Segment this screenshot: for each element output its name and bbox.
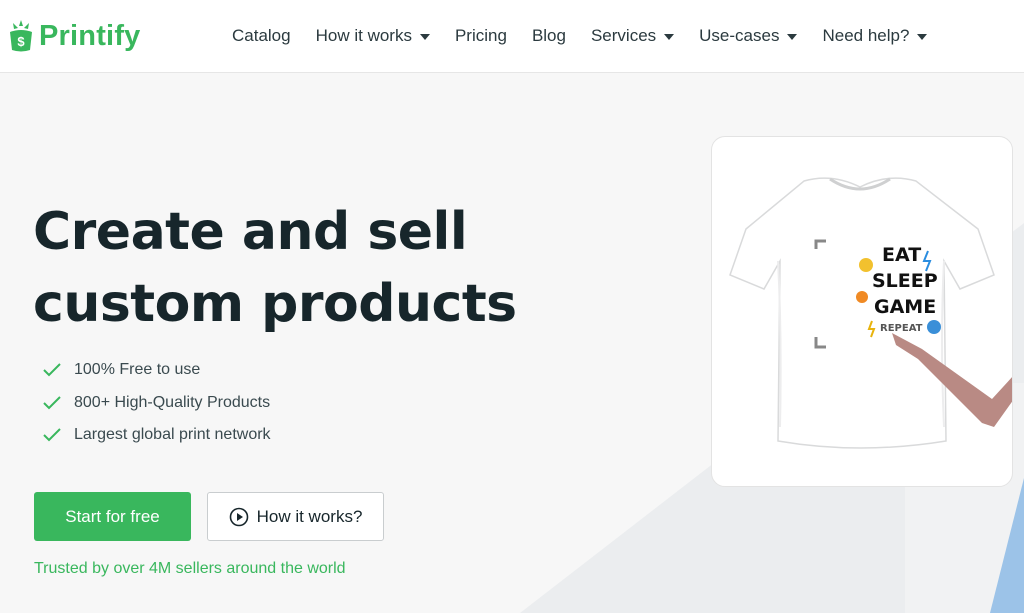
hero-title: Create and sell custom products — [33, 196, 553, 340]
svg-text:$: $ — [17, 34, 25, 49]
nav-label-use-cases: Use-cases — [699, 26, 780, 45]
trusted-sellers-text: Trusted by over 4M sellers around the wo… — [34, 560, 346, 577]
chevron-down-icon — [419, 34, 430, 40]
printify-logo-icon: $ — [10, 20, 32, 52]
chevron-down-icon — [787, 34, 798, 40]
site-header: $ Printify Catalog How it works Pricing … — [0, 0, 1024, 73]
print-text-line: SLEEP — [872, 270, 938, 292]
nav-label-catalog: Catalog — [232, 26, 291, 45]
nav-label-how-it-works: How it works — [315, 26, 412, 45]
nav-label-blog: Blog — [531, 26, 566, 45]
feature-list: 100% Free to use 800+ High-Quality Produ… — [42, 354, 271, 452]
nav-label-services: Services — [590, 26, 657, 45]
main-nav: Catalog How it works Pricing Blog Servic… — [232, 26, 928, 46]
print-text-line: GAME — [874, 296, 936, 318]
check-icon — [43, 363, 61, 377]
tshirt-image: EAT SLEEP GAME REPEAT — [729, 177, 1012, 449]
nav-label-pricing: Pricing — [454, 26, 507, 45]
brand-name: Printify — [39, 19, 141, 52]
how-it-works-button[interactable]: How it works? — [207, 492, 384, 541]
how-it-works-label: How it works? — [256, 506, 363, 526]
hero-title-line-2: custom products — [33, 274, 517, 334]
print-text-line: REPEAT — [880, 323, 923, 334]
feature-label: 800+ High-Quality Products — [74, 393, 271, 411]
chevron-down-icon — [664, 34, 675, 40]
nav-item-pricing[interactable]: Pricing — [455, 26, 507, 46]
nav-item-need-help[interactable]: Need help? — [822, 26, 928, 46]
printify-logo[interactable]: $ Printify — [8, 18, 141, 54]
print-text-line: EAT — [882, 244, 921, 266]
gamepad-icon — [859, 258, 873, 272]
gamepad-icon — [856, 291, 868, 303]
nav-item-blog[interactable]: Blog — [532, 26, 566, 46]
feature-item: Largest global print network — [42, 419, 271, 452]
check-icon — [43, 428, 61, 442]
chevron-down-icon — [917, 34, 928, 40]
nav-item-services[interactable]: Services — [590, 26, 675, 46]
feature-item: 100% Free to use — [42, 354, 271, 387]
play-icon — [229, 507, 248, 526]
check-icon — [43, 396, 61, 410]
feature-label: Largest global print network — [74, 426, 271, 444]
hero-title-line-1: Create and sell — [33, 202, 468, 262]
nav-label-need-help: Need help? — [822, 26, 910, 45]
nav-item-use-cases[interactable]: Use-cases — [699, 26, 798, 46]
product-preview-card: EAT SLEEP GAME REPEAT — [711, 136, 1013, 487]
gamepad-icon — [927, 320, 941, 334]
nav-item-catalog[interactable]: Catalog — [232, 26, 291, 46]
start-for-free-button[interactable]: Start for free — [34, 492, 191, 541]
feature-item: 800+ High-Quality Products — [42, 387, 271, 420]
nav-item-how-it-works[interactable]: How it works — [316, 26, 430, 46]
feature-label: 100% Free to use — [74, 361, 201, 379]
